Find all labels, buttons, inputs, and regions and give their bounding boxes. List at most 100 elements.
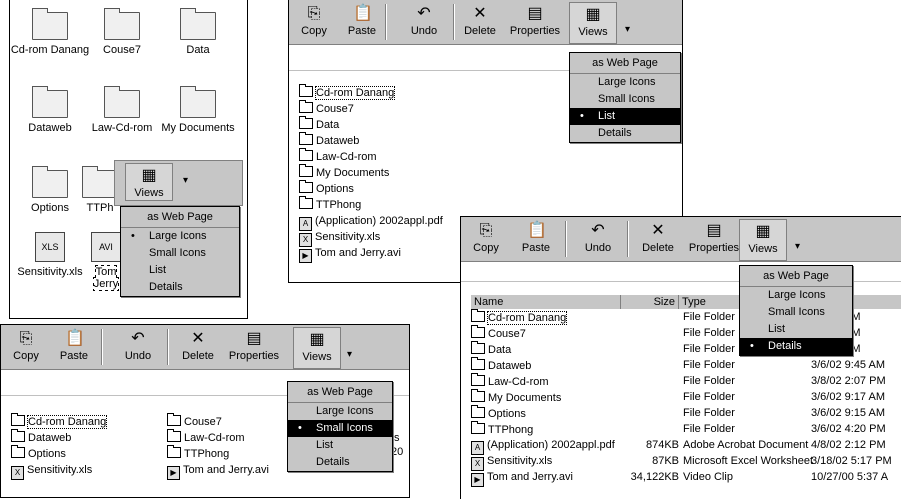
- column-header-size[interactable]: Size: [621, 295, 679, 309]
- cell-type: File Folder: [683, 423, 735, 435]
- paste-button[interactable]: 📋 Paste: [49, 327, 99, 367]
- copy-button[interactable]: ⎘ Copy: [461, 219, 511, 259]
- button-label: Copy: [13, 350, 39, 362]
- list-item[interactable]: X Sensitivity.xls: [11, 463, 92, 480]
- menu-item-small-icons[interactable]: Small Icons: [570, 91, 680, 108]
- menu-item-small-icons[interactable]: Small Icons: [121, 245, 239, 262]
- menu-item-large-icons[interactable]: • Large Icons: [121, 228, 239, 245]
- folder-item[interactable]: Dataweb: [10, 86, 90, 134]
- row-label: Law-Cd-rom: [488, 376, 549, 388]
- item-label: Tom Jerry: [92, 265, 120, 291]
- list-item[interactable]: Couse7: [299, 100, 354, 116]
- list-item[interactable]: Law-Cd-rom: [167, 429, 245, 445]
- views-button[interactable]: ▦ Views: [569, 2, 617, 44]
- menu-item-small-icons[interactable]: Small Icons: [740, 304, 852, 321]
- list-item[interactable]: A (Application) 2002appl.pdf: [299, 214, 443, 231]
- menu-item-large-icons[interactable]: Large Icons: [740, 287, 852, 304]
- button-label: Views: [302, 351, 332, 363]
- menu-item-small-icons[interactable]: • Small Icons: [288, 420, 392, 437]
- table-row[interactable]: Options File Folder 3/6/02 9:15 AM: [471, 405, 901, 421]
- list-item[interactable]: Data: [299, 116, 339, 132]
- menu-item-large-icons[interactable]: Large Icons: [288, 403, 392, 420]
- list-item[interactable]: Cd-rom Danang: [299, 84, 396, 100]
- menu-item-details[interactable]: • Details: [740, 338, 852, 355]
- folder-item[interactable]: Cd-rom Danang: [10, 8, 90, 56]
- chevron-down-icon[interactable]: ▾: [795, 241, 800, 252]
- folder-icon: [471, 389, 485, 402]
- menu-item-details[interactable]: Details: [121, 279, 239, 296]
- folder-icon: [11, 445, 25, 458]
- bullet-icon: •: [750, 340, 754, 352]
- undo-button[interactable]: ↶ Undo: [573, 219, 623, 259]
- menu-item-details[interactable]: Details: [288, 454, 392, 471]
- properties-button[interactable]: ▤ Properties: [683, 219, 745, 259]
- list-item[interactable]: Cd-rom Danang: [11, 413, 108, 429]
- undo-button[interactable]: ↶ Undo: [113, 327, 163, 367]
- menu-item-web-page[interactable]: as Web Page: [288, 382, 392, 403]
- delete-button[interactable]: ✕ Delete: [173, 327, 223, 367]
- menu-item-details[interactable]: Details: [570, 125, 680, 142]
- table-row[interactable]: TTPhong File Folder 3/6/02 4:20 PM: [471, 421, 901, 437]
- menu-item-list[interactable]: • List: [570, 108, 680, 125]
- list-item[interactable]: TTPhong: [167, 445, 229, 461]
- copy-button[interactable]: ⎘ Copy: [1, 327, 51, 367]
- list-item[interactable]: Law-Cd-rom: [299, 148, 377, 164]
- properties-button[interactable]: ▤ Properties: [223, 327, 285, 367]
- pdf-file-icon: A: [471, 441, 484, 455]
- cell-type: Microsoft Excel Worksheet: [683, 455, 814, 467]
- menu-item-list[interactable]: List: [288, 437, 392, 454]
- folder-item[interactable]: Data: [158, 8, 238, 56]
- table-row[interactable]: ▶ Tom and Jerry.avi 34,122KB Video Clip 10/2…: [471, 471, 901, 487]
- menu-item-web-page[interactable]: as Web Page: [121, 207, 239, 228]
- list-item[interactable]: Dataweb: [299, 132, 359, 148]
- views-icon: ▦: [141, 167, 157, 184]
- delete-button[interactable]: ✕ Delete: [455, 2, 505, 42]
- file-item[interactable]: XLS Sensitivity.xls: [10, 232, 90, 278]
- folder-icon: [180, 86, 216, 118]
- properties-button[interactable]: ▤ Properties: [505, 2, 565, 42]
- table-row[interactable]: My Documents File Folder 3/6/02 9:17 AM: [471, 389, 901, 405]
- folder-item[interactable]: My Documents: [158, 86, 238, 134]
- list-item[interactable]: Dataweb: [11, 429, 71, 445]
- menu-item-list[interactable]: List: [740, 321, 852, 338]
- column-header-name[interactable]: Name: [471, 295, 621, 309]
- table-row[interactable]: Law-Cd-rom File Folder 3/8/02 2:07 PM: [471, 373, 901, 389]
- table-row[interactable]: X Sensitivity.xls 87KB Microsoft Excel Work…: [471, 455, 901, 471]
- menu-item-list[interactable]: List: [121, 262, 239, 279]
- small-icons-window: ⎘ Copy 📋 Paste ↶ Undo ✕ Delete ▤ Properties ▦…: [0, 324, 410, 498]
- views-button[interactable]: ▦ Views: [125, 163, 173, 201]
- paste-icon: 📋: [353, 5, 373, 22]
- table-row[interactable]: A (Application) 2002appl.pdf 874KB Adobe Ac…: [471, 439, 901, 455]
- cell-modified: 3/6/02 9:15 AM: [811, 407, 885, 419]
- list-item[interactable]: Options: [11, 445, 66, 461]
- views-button[interactable]: ▦ Views: [293, 327, 341, 369]
- row-label: Sensitivity.xls: [487, 455, 553, 467]
- chevron-down-icon[interactable]: ▾: [625, 24, 630, 35]
- list-item[interactable]: Options: [299, 180, 354, 196]
- item-label: Law-Cd-rom: [91, 122, 153, 134]
- copy-button[interactable]: ⎘ Copy: [289, 2, 339, 42]
- list-item[interactable]: ▶ Tom and Jerry.avi: [299, 246, 401, 263]
- row-label: Dataweb: [488, 360, 532, 372]
- cell-name: TTPhong: [471, 421, 621, 436]
- list-item[interactable]: TTPhong: [299, 196, 361, 212]
- menu-item-web-page[interactable]: as Web Page: [570, 53, 680, 74]
- folder-item[interactable]: Law-Cd-rom: [82, 86, 162, 134]
- list-item[interactable]: X Sensitivity.xls: [299, 230, 380, 247]
- paste-button[interactable]: 📋 Paste: [337, 2, 387, 42]
- delete-button[interactable]: ✕ Delete: [633, 219, 683, 259]
- menu-item-web-page[interactable]: as Web Page: [740, 266, 852, 287]
- folder-item[interactable]: Couse7: [82, 8, 162, 56]
- views-button[interactable]: ▦ Views: [739, 219, 787, 261]
- table-row[interactable]: Dataweb File Folder 3/6/02 9:45 AM: [471, 357, 901, 373]
- list-item[interactable]: Couse7: [167, 413, 222, 429]
- paste-button[interactable]: 📋 Paste: [511, 219, 561, 259]
- row-label: (Application) 2002appl.pdf: [487, 439, 615, 451]
- menu-item-large-icons[interactable]: Large Icons: [570, 74, 680, 91]
- undo-button[interactable]: ↶ Undo: [399, 2, 449, 42]
- list-item[interactable]: My Documents: [299, 164, 389, 180]
- list-item[interactable]: ▶ Tom and Jerry.avi: [167, 463, 269, 480]
- chevron-down-icon[interactable]: ▾: [183, 175, 188, 186]
- cell-type: File Folder: [683, 391, 735, 403]
- chevron-down-icon[interactable]: ▾: [347, 349, 352, 360]
